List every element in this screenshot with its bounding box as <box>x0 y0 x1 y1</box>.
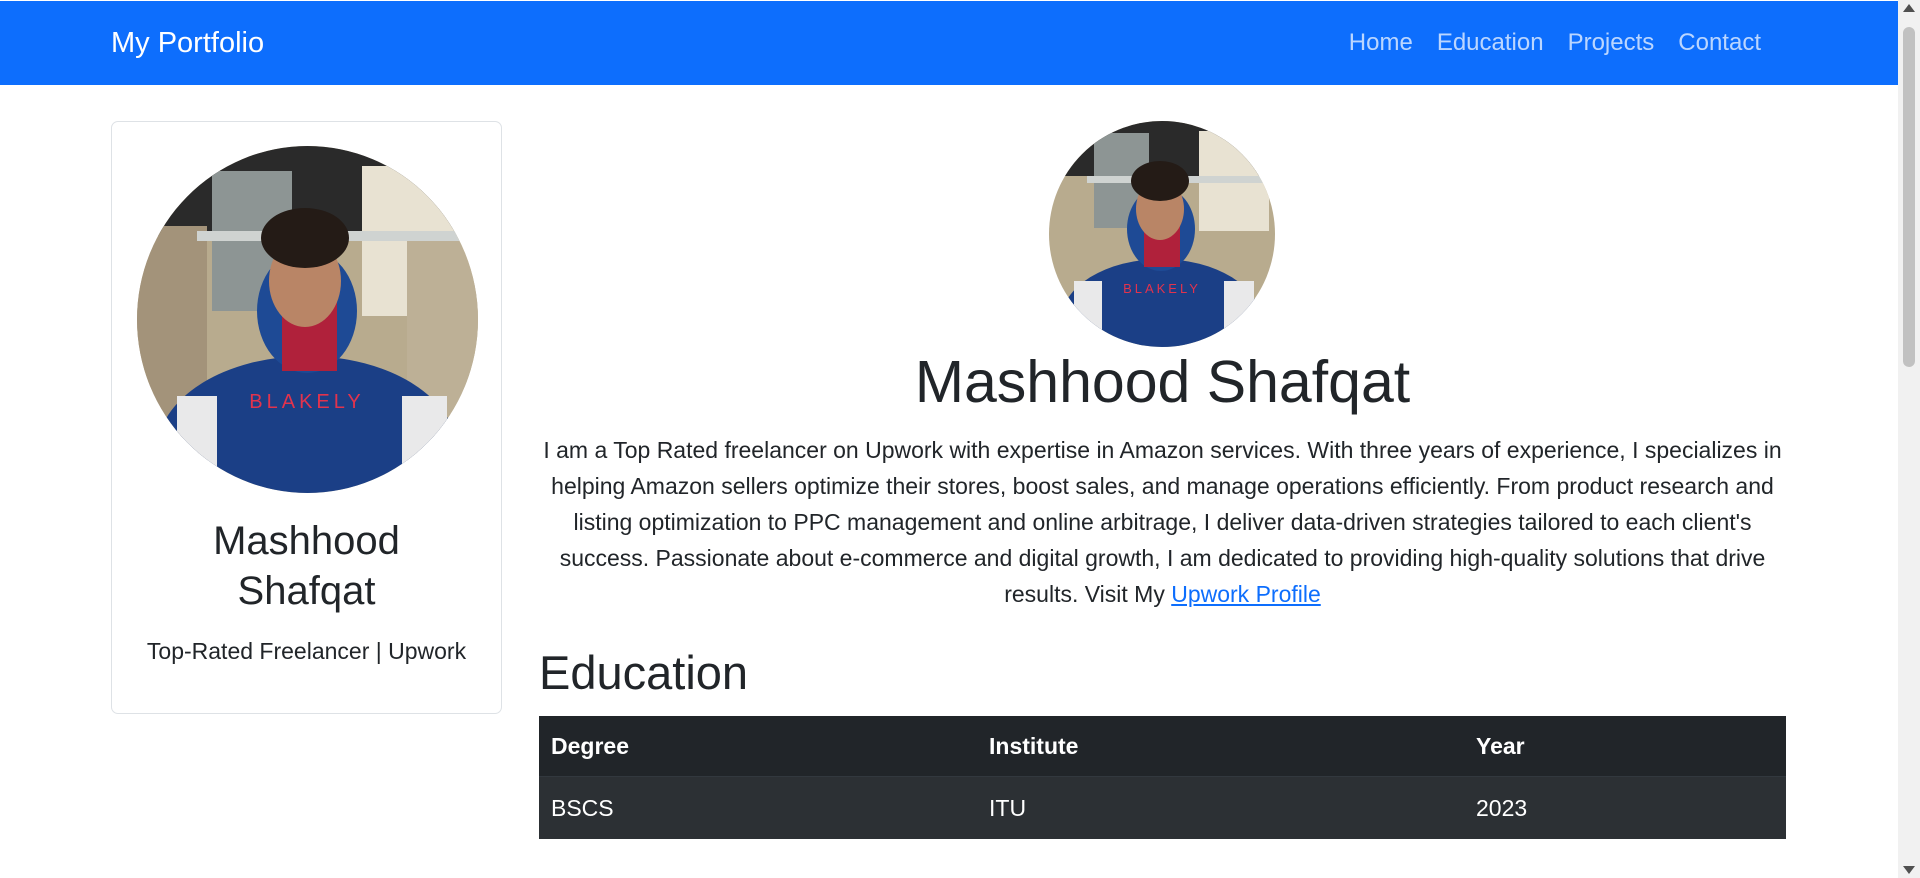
upwork-profile-link[interactable]: Upwork Profile <box>1171 581 1321 607</box>
cell-degree: BSCS <box>539 776 977 839</box>
card-name: Mashhood Shafqat <box>213 519 400 613</box>
cell-institute: ITU <box>977 776 1464 839</box>
column-header-degree: Degree <box>539 716 977 777</box>
column-header-year: Year <box>1464 716 1786 777</box>
cell-year: 2023 <box>1464 776 1786 839</box>
svg-text:BLAKELY: BLAKELY <box>1123 281 1201 296</box>
navbar-brand[interactable]: My Portfolio <box>111 23 264 63</box>
nav-link-home[interactable]: Home <box>1337 27 1425 59</box>
svg-text:BLAKELY: BLAKELY <box>249 391 364 413</box>
scroll-down-arrow-icon[interactable] <box>1903 866 1915 874</box>
nav-link-contact[interactable]: Contact <box>1666 27 1773 59</box>
page: My Portfolio Home Education Projects Con… <box>0 0 1920 878</box>
nav-link-projects[interactable]: Projects <box>1556 27 1667 59</box>
profile-card: BLAKELY Mashhood Shafqat Top-Rated Freel… <box>111 121 502 714</box>
table-header-row: Degree Institute Year <box>539 716 1786 777</box>
main-name: Mashhood Shafqat <box>914 349 1411 415</box>
bio-paragraph: I am a Top Rated freelancer on Upwork wi… <box>539 432 1786 612</box>
profile-photo-large: BLAKELY <box>137 146 478 493</box>
scroll-up-arrow-icon[interactable] <box>1903 4 1915 12</box>
profile-photo-icon: BLAKELY <box>1049 121 1275 347</box>
education-heading: Education <box>539 646 749 699</box>
scrollbar-thumb[interactable] <box>1903 27 1915 367</box>
navbar: My Portfolio Home Education Projects Con… <box>0 1 1898 85</box>
viewport: My Portfolio Home Education Projects Con… <box>0 0 1898 878</box>
bio-text: I am a Top Rated freelancer on Upwork wi… <box>543 437 1782 607</box>
profile-photo-icon: BLAKELY <box>137 146 478 493</box>
education-table: Degree Institute Year BSCS ITU 2023 <box>539 716 1786 839</box>
profile-photo-small: BLAKELY <box>1049 121 1275 347</box>
vertical-scrollbar[interactable] <box>1898 0 1920 878</box>
card-subtitle: Top-Rated Freelancer | Upwork <box>146 638 467 664</box>
nav-link-education[interactable]: Education <box>1425 27 1556 59</box>
nav-links: Home Education Projects Contact <box>1337 27 1773 59</box>
table-row: BSCS ITU 2023 <box>539 776 1786 839</box>
column-header-institute: Institute <box>977 716 1464 777</box>
